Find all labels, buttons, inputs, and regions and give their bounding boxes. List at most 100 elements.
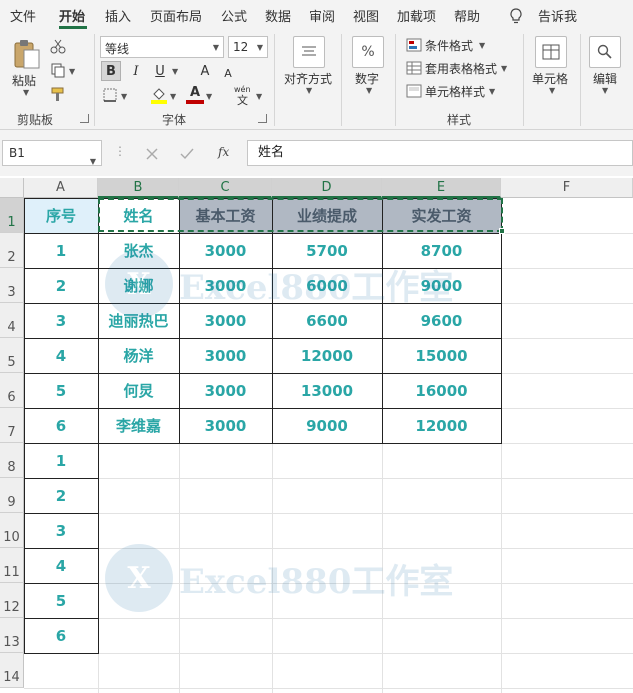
table-cell[interactable]: 8700 [382, 233, 501, 268]
tab-home[interactable]: 开始 [59, 6, 85, 25]
table-cell[interactable]: 4 [24, 338, 98, 373]
formula-input[interactable]: 姓名 [247, 140, 633, 166]
table-cell[interactable]: 3000 [179, 303, 272, 338]
table-cell[interactable]: 6000 [272, 268, 382, 303]
row-header-11[interactable]: 11 [0, 548, 24, 583]
format-as-table-button[interactable]: 套用表格格式 [425, 60, 497, 77]
table-cell[interactable]: 3000 [179, 268, 272, 303]
tab-view[interactable]: 视图 [353, 6, 379, 25]
italic-button[interactable]: I [126, 61, 146, 81]
borders-icon[interactable] [102, 87, 118, 103]
name-box[interactable]: B1 ▼ [2, 140, 102, 166]
tell-me[interactable]: 告诉我 [538, 6, 577, 25]
underline-button[interactable]: U [150, 61, 170, 81]
row-header-12[interactable]: 12 [0, 583, 24, 618]
table-cell[interactable]: 9000 [272, 408, 382, 443]
fill-handle[interactable] [499, 228, 505, 234]
table-cell[interactable]: 5 [24, 583, 98, 618]
cut-icon[interactable] [50, 38, 66, 54]
alignment-label[interactable]: 对齐方式 [284, 70, 332, 87]
header-cell[interactable]: 姓名 [98, 198, 179, 233]
table-cell[interactable]: 2 [24, 478, 98, 513]
table-cell[interactable]: 李维嘉 [98, 408, 179, 443]
row-header-13[interactable]: 13 [0, 618, 24, 653]
row-header-9[interactable]: 9 [0, 478, 24, 513]
editing-label[interactable]: 编辑 [593, 70, 617, 87]
table-cell[interactable]: 3000 [179, 338, 272, 373]
table-cell[interactable]: 2 [24, 268, 98, 303]
tab-data[interactable]: 数据 [265, 6, 291, 25]
tab-add-ins[interactable]: 加载项 [397, 6, 436, 25]
table-cell[interactable]: 15000 [382, 338, 501, 373]
tab-file[interactable]: 文件 [10, 6, 36, 25]
table-cell[interactable]: 6600 [272, 303, 382, 338]
tab-review[interactable]: 审阅 [309, 6, 335, 25]
row-header-6[interactable]: 6 [0, 373, 24, 408]
row-header-5[interactable]: 5 [0, 338, 24, 373]
column-header-a[interactable]: A [24, 178, 98, 198]
header-cell[interactable]: 基本工资 [179, 198, 272, 233]
table-cell[interactable]: 何炅 [98, 373, 179, 408]
tab-help[interactable]: 帮助 [454, 6, 480, 25]
cells-icon[interactable] [535, 36, 567, 68]
row-header-3[interactable]: 3 [0, 268, 24, 303]
cells-label[interactable]: 单元格 [532, 70, 568, 87]
table-cell[interactable]: 迪丽热巴 [98, 303, 179, 338]
font-name-dropdown[interactable]: 等线 ▼ [100, 36, 224, 58]
table-cell[interactable]: 5700 [272, 233, 382, 268]
tab-insert[interactable]: 插入 [105, 6, 131, 25]
format-painter-icon[interactable] [50, 86, 66, 102]
copy-icon[interactable] [50, 62, 66, 78]
row-header-2[interactable]: 2 [0, 233, 24, 268]
table-cell[interactable]: 12000 [382, 408, 501, 443]
tab-formulas[interactable]: 公式 [221, 6, 247, 25]
table-cell[interactable]: 1 [24, 443, 98, 478]
table-cell[interactable]: 6 [24, 618, 98, 653]
number-format-icon[interactable]: % [352, 36, 384, 68]
column-header-e[interactable]: E [382, 178, 501, 198]
decrease-font-button[interactable]: A [220, 64, 236, 82]
table-cell[interactable]: 3000 [179, 233, 272, 268]
row-header-10[interactable]: 10 [0, 513, 24, 548]
font-color-icon[interactable]: A [186, 85, 204, 104]
table-cell[interactable]: 9000 [382, 268, 501, 303]
row-header-1[interactable]: 1 [0, 198, 24, 233]
column-header-f[interactable]: F [501, 178, 633, 198]
table-cell[interactable]: 6 [24, 408, 98, 443]
table-cell[interactable]: 13000 [272, 373, 382, 408]
column-header-b[interactable]: B [98, 178, 179, 198]
increase-font-button[interactable]: A [196, 61, 214, 81]
tab-page-layout[interactable]: 页面布局 [150, 6, 202, 25]
cell-styles-button[interactable]: 单元格样式 [425, 83, 485, 100]
column-header-c[interactable]: C [179, 178, 272, 198]
table-cell[interactable]: 16000 [382, 373, 501, 408]
row-header-7[interactable]: 7 [0, 408, 24, 443]
confirm-icon[interactable] [180, 148, 194, 160]
font-size-dropdown[interactable]: 12 ▼ [228, 36, 268, 58]
paste-button[interactable]: 粘贴 ▼ [8, 36, 46, 100]
table-cell[interactable]: 12000 [272, 338, 382, 373]
header-cell[interactable]: 业绩提成 [272, 198, 382, 233]
table-cell[interactable]: 张杰 [98, 233, 179, 268]
header-cell[interactable]: 实发工资 [382, 198, 501, 233]
table-cell[interactable]: 杨洋 [98, 338, 179, 373]
table-cell[interactable]: 3 [24, 303, 98, 338]
header-cell[interactable]: 序号 [24, 198, 98, 233]
bold-button[interactable]: B [101, 61, 121, 81]
row-header-4[interactable]: 4 [0, 303, 24, 338]
conditional-formatting-button[interactable]: 条件格式 [425, 37, 473, 54]
table-cell[interactable]: 4 [24, 548, 98, 583]
number-label[interactable]: 数字 [355, 70, 379, 87]
cancel-icon[interactable] [146, 148, 158, 160]
alignment-icon[interactable] [293, 36, 325, 68]
table-cell[interactable]: 1 [24, 233, 98, 268]
table-cell[interactable]: 3000 [179, 373, 272, 408]
select-all-corner[interactable] [0, 178, 24, 198]
insert-function-icon[interactable]: fx [218, 145, 229, 159]
fill-color-icon[interactable] [150, 86, 168, 104]
table-cell[interactable]: 3 [24, 513, 98, 548]
table-cell[interactable]: 谢娜 [98, 268, 179, 303]
row-header-8[interactable]: 8 [0, 443, 24, 478]
table-cell[interactable]: 5 [24, 373, 98, 408]
row-header-14[interactable]: 14 [0, 653, 24, 688]
